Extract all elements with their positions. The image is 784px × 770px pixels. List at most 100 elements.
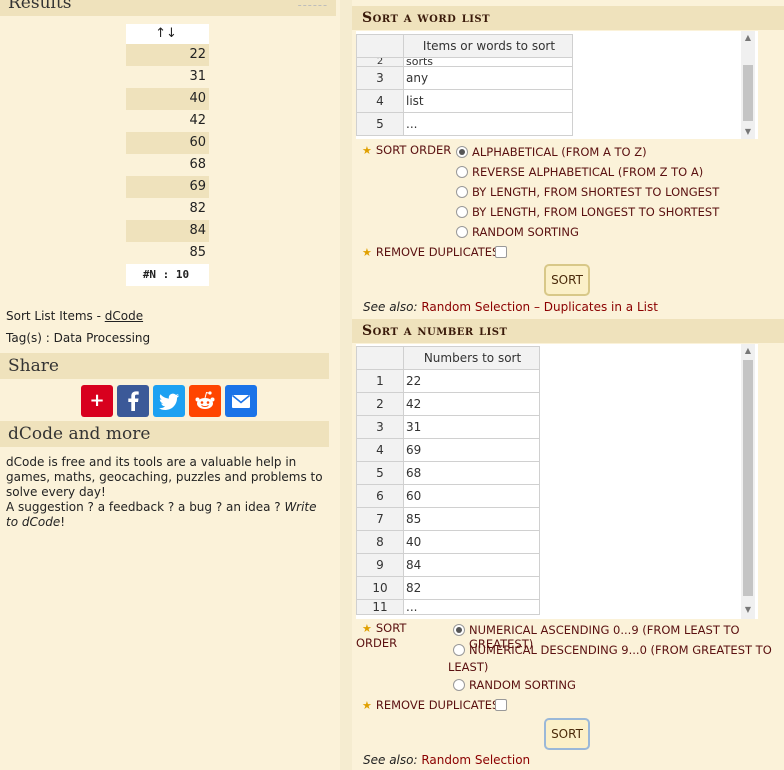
word-remove-duplicates-checkbox[interactable]: [495, 246, 507, 258]
share-header: Share: [0, 353, 329, 379]
sort-text: SORT: [375, 621, 407, 635]
result-cell: 85: [189, 245, 206, 260]
scroll-up-icon[interactable]: ▲: [741, 346, 755, 355]
number-see-also: See also: Random Selection: [363, 753, 530, 767]
see-also-label: See also:: [363, 300, 422, 314]
number-option-radio-1[interactable]: [453, 644, 465, 656]
number-cell[interactable]: 69: [403, 438, 540, 462]
word-option-radio-1[interactable]: [456, 166, 468, 178]
row-index: 11: [356, 599, 404, 615]
row-index: 5: [356, 112, 404, 136]
word-list-title: Sort a word list: [352, 6, 784, 30]
row-index: 7: [356, 507, 404, 531]
word-option-radio-0[interactable]: [456, 146, 468, 158]
result-cell: 22: [126, 44, 209, 66]
row-index: 10: [356, 576, 404, 600]
plus-icon: +: [89, 390, 105, 411]
word-list-table[interactable]: Items or words to sort 2 sorts 3 any 4 list…: [356, 34, 573, 136]
more-text-end: !: [60, 515, 66, 529]
column-divider: [340, 0, 352, 770]
number-remove-duplicates-checkbox[interactable]: [495, 699, 507, 711]
result-cell: 60: [126, 132, 209, 154]
email-share-button[interactable]: [225, 385, 257, 417]
number-cell[interactable]: 84: [403, 553, 540, 577]
scroll-up-icon[interactable]: ▲: [741, 33, 755, 42]
number-remove-duplicates-label: ★ REMOVE DUPLICATES: [362, 698, 499, 712]
word-cell[interactable]: sorts: [403, 57, 573, 67]
reddit-share-button[interactable]: [189, 385, 221, 417]
number-sort-order-label-1: ★ SORT: [362, 621, 406, 635]
number-sort-order-label-2: ORDER: [356, 636, 398, 650]
twitter-share-button[interactable]: [153, 385, 185, 417]
more-text: dCode is free and its tools are a valuab…: [6, 455, 326, 530]
number-cell[interactable]: 60: [403, 484, 540, 508]
word-sort-order-label: ★ SORT ORDER: [362, 143, 451, 157]
row-index: 4: [356, 89, 404, 113]
number-cell[interactable]: 85: [403, 507, 540, 531]
scroll-thumb[interactable]: [743, 65, 753, 121]
number-list-table[interactable]: Numbers to sort 1 22 2 42 3 31 4 69 5 68 6 60 …: [356, 346, 540, 615]
count-footer: #N : 10: [126, 264, 209, 286]
facebook-icon: [128, 391, 139, 411]
number-list-scrollbar[interactable]: ▲ ▼: [741, 344, 755, 619]
number-sort-button[interactable]: SORT: [544, 718, 590, 750]
number-cell[interactable]: 40: [403, 530, 540, 554]
word-option-radio-2[interactable]: [456, 186, 468, 198]
word-see-also: See also: Random Selection – Duplicates …: [363, 300, 658, 314]
row-index: 4: [356, 438, 404, 462]
number-cell[interactable]: 42: [403, 392, 540, 416]
number-cell[interactable]: 82: [403, 576, 540, 600]
word-option-label-2[interactable]: BY LENGTH, FROM SHORTEST TO LONGEST: [472, 185, 719, 199]
remove-duplicates-text: REMOVE DUPLICATES: [375, 245, 500, 259]
facebook-share-button[interactable]: [117, 385, 149, 417]
row-index: 6: [356, 484, 404, 508]
number-option-label-2[interactable]: RANDOM SORTING: [469, 678, 576, 692]
row-index: 3: [356, 415, 404, 439]
more-text-2: A suggestion ? a feedback ? a bug ? an i…: [6, 500, 285, 514]
random-selection-link[interactable]: Random Selection: [421, 300, 530, 314]
addthis-share-button[interactable]: +: [81, 385, 113, 417]
scroll-thumb[interactable]: [743, 360, 753, 596]
twitter-icon: [159, 393, 179, 410]
number-option-radio-2[interactable]: [453, 679, 465, 691]
results-table: ↑↓ 22 31 40 42 60 68 69 82 84 85 #N : 10: [126, 24, 209, 286]
number-option-label-1[interactable]: NUMERICAL DESCENDING 9...0 (FROM GREATES…: [469, 643, 772, 657]
number-cell[interactable]: 22: [403, 369, 540, 393]
random-selection-link[interactable]: Random Selection: [421, 753, 530, 767]
number-list-title: Sort a number list: [352, 319, 784, 343]
word-option-label-3[interactable]: BY LENGTH, FROM LONGEST TO SHORTEST: [472, 205, 719, 219]
word-cell[interactable]: list: [403, 89, 573, 113]
dcode-link[interactable]: dCode: [105, 309, 143, 323]
word-option-label-0[interactable]: ALPHABETICAL (FROM A TO Z): [472, 145, 647, 159]
sort-toggle-button[interactable]: ↑↓: [126, 24, 209, 44]
result-cell: 31: [189, 69, 206, 84]
sort-list-text: Sort List Items -: [6, 309, 105, 323]
word-option-label-4[interactable]: RANDOM SORTING: [472, 225, 579, 239]
number-option-label-1-cont[interactable]: LEAST): [448, 660, 488, 674]
word-option-radio-3[interactable]: [456, 206, 468, 218]
result-cell: 84: [126, 220, 209, 242]
number-cell[interactable]: 68: [403, 461, 540, 485]
word-option-radio-4[interactable]: [456, 226, 468, 238]
word-list-scrollbar[interactable]: ▲ ▼: [741, 31, 755, 139]
scroll-down-icon[interactable]: ▼: [741, 605, 755, 614]
duplicates-link[interactable]: Duplicates in a List: [544, 300, 658, 314]
number-cell[interactable]: 31: [403, 415, 540, 439]
remove-duplicates-text: REMOVE DUPLICATES: [375, 698, 500, 712]
number-cell[interactable]: ...: [403, 599, 540, 615]
number-option-radio-0[interactable]: [453, 624, 465, 636]
word-sort-button[interactable]: SORT: [544, 264, 590, 296]
row-index: 5: [356, 461, 404, 485]
corner-cell: [356, 34, 404, 58]
sort-list-line: Sort List Items - dCode: [6, 309, 143, 323]
scroll-down-icon[interactable]: ▼: [741, 127, 755, 136]
word-cell[interactable]: any: [403, 66, 573, 90]
result-cell: 69: [126, 176, 209, 198]
results-title: Results: [8, 0, 72, 13]
star-icon: ★: [362, 622, 372, 635]
tags-line: Tag(s) : Data Processing: [6, 331, 151, 345]
word-column-header: Items or words to sort: [403, 34, 573, 58]
sort-order-text: SORT ORDER: [375, 143, 452, 157]
word-cell[interactable]: ...: [403, 112, 573, 136]
word-option-label-1[interactable]: REVERSE ALPHABETICAL (FROM Z TO A): [472, 165, 703, 179]
